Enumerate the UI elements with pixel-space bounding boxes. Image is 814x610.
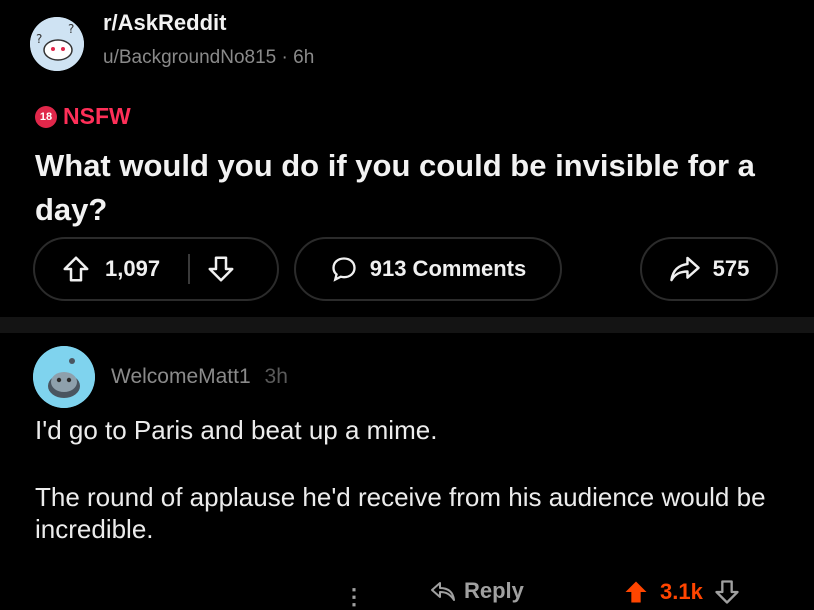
user-avatar-icon[interactable] (33, 346, 95, 408)
vote-divider (188, 254, 191, 284)
vote-bar: 1,097 (33, 237, 279, 301)
reply-button[interactable]: Reply (430, 578, 524, 604)
reply-label: Reply (464, 578, 524, 603)
downvote-icon[interactable] (206, 254, 236, 284)
section-divider (0, 317, 814, 333)
comment-vote-bar: 3.1k (622, 578, 741, 606)
subreddit-name[interactable]: r/AskReddit (103, 10, 226, 36)
upvote-icon[interactable] (61, 254, 91, 284)
post-title[interactable]: What would you do if you could be invisi… (35, 144, 785, 232)
post-age: 6h (293, 47, 315, 68)
comment-paragraph-1: I'd go to Paris and beat up a mime. (35, 415, 438, 445)
comment-bubble-icon (330, 255, 358, 283)
upvote-count: 1,097 (105, 256, 161, 281)
post-author[interactable]: u/BackgroundNo815 (103, 47, 276, 68)
comment-score: 3.1k (660, 579, 703, 604)
meta-separator: · (281, 47, 294, 68)
upvote-icon[interactable] (622, 578, 650, 606)
comments-button[interactable]: 913 Comments (294, 237, 562, 301)
svg-text:?: ? (68, 22, 74, 36)
post-meta: u/BackgroundNo815 · 6h (103, 47, 314, 69)
more-icon[interactable]: ⋮ (343, 584, 365, 610)
comment-author[interactable]: WelcomeMatt1 (111, 365, 251, 388)
comment-body: I'd go to Paris and beat up a mime. The … (35, 414, 795, 545)
subreddit-avatar-icon[interactable]: ? ? (30, 17, 84, 71)
comment-age: 3h (264, 365, 288, 388)
comments-count: 913 Comments (369, 256, 527, 281)
share-count: 575 (712, 256, 750, 281)
share-button[interactable]: 575 (640, 237, 778, 301)
comment-paragraph-2: The round of applause he'd receive from … (35, 482, 766, 544)
svg-text:?: ? (36, 32, 42, 46)
reply-icon (430, 580, 456, 602)
comment-meta: WelcomeMatt1 3h (111, 365, 288, 389)
nsfw-icon: 18 (35, 106, 57, 128)
nsfw-label: NSFW (63, 103, 131, 129)
downvote-icon[interactable] (713, 578, 741, 606)
share-arrow-icon (669, 255, 701, 283)
